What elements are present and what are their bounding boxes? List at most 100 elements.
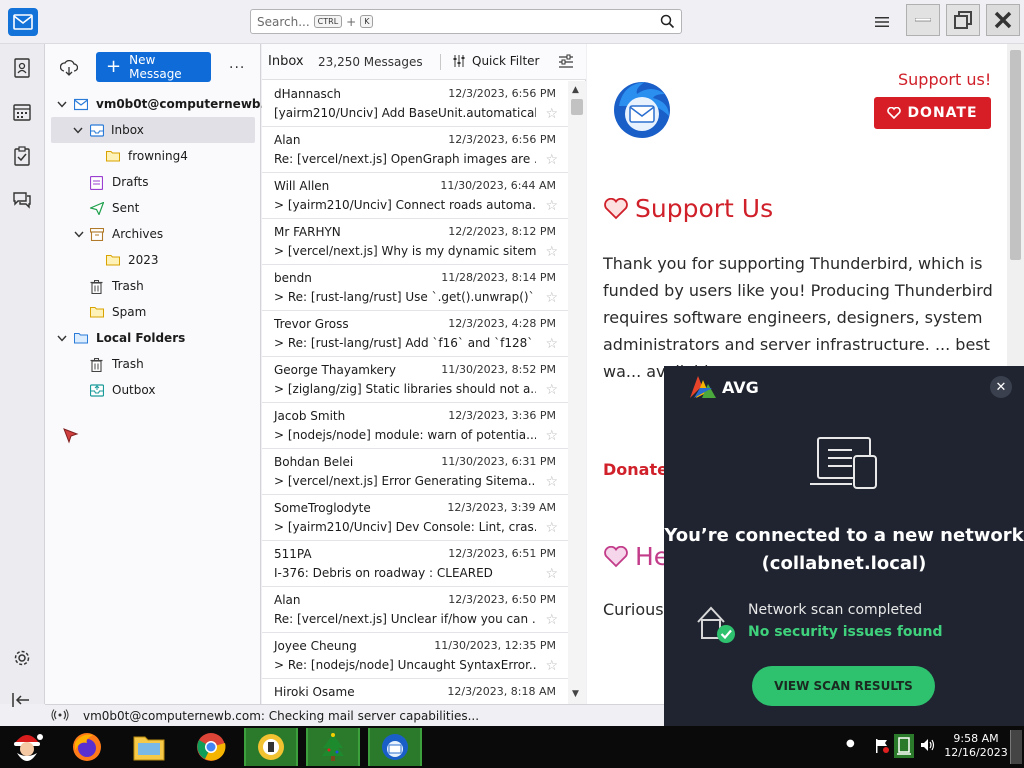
message-row[interactable]: Will Allen 11/30/2023, 6:44 AM > [yairm210… <box>262 173 568 219</box>
security-app-taskbar-icon[interactable] <box>244 728 298 766</box>
folder-2023[interactable]: 2023 <box>45 247 261 273</box>
chevron-down-icon[interactable] <box>57 99 67 109</box>
message-row[interactable]: SomeTroglodyte 12/3/2023, 3:39 AM > [yairm… <box>262 495 568 541</box>
star-icon[interactable]: ☆ <box>545 290 558 306</box>
tray-dot-icon[interactable]: ● <box>846 738 855 749</box>
star-icon[interactable]: ☆ <box>545 244 558 260</box>
folder-local-folders[interactable]: Local Folders <box>45 325 261 351</box>
star-icon[interactable]: ☆ <box>545 382 558 398</box>
donate-button[interactable]: DONATE <box>874 97 991 129</box>
folder-outbox[interactable]: Outbox <box>45 377 261 403</box>
christmas-tree-icon[interactable] <box>306 728 360 766</box>
folder-icon <box>106 254 120 267</box>
chrome-icon[interactable] <box>184 728 238 766</box>
message-row[interactable]: Bohdan Belei 11/30/2023, 6:31 PM > [vercel… <box>262 449 568 495</box>
message-list-scrollbar[interactable]: ▲ ▼ <box>568 81 586 704</box>
mail-space-icon[interactable] <box>8 8 38 36</box>
avg-close-button[interactable]: ✕ <box>990 376 1012 398</box>
close-button[interactable] <box>986 4 1020 36</box>
calendar-icon[interactable] <box>10 100 34 124</box>
get-messages-icon[interactable] <box>59 58 79 78</box>
tasks-icon[interactable] <box>10 144 34 168</box>
message-row[interactable]: 511PA 12/3/2023, 6:51 PM I-376: Debris on … <box>262 541 568 587</box>
folder-archives[interactable]: Archives <box>45 221 261 247</box>
scroll-thumb[interactable] <box>571 99 583 115</box>
folder-account-computernewb[interactable]: vm0b0t@computernewb... <box>45 91 274 117</box>
folder-pane-menu-button[interactable]: ... <box>229 56 245 72</box>
star-icon[interactable]: ☆ <box>545 658 558 674</box>
tray-volume-icon[interactable] <box>920 738 936 755</box>
donate-link[interactable]: Donate <box>603 460 668 479</box>
message-row[interactable]: George Thayamkery 11/30/2023, 8:52 PM > [z… <box>262 357 568 403</box>
folder-sent[interactable]: Sent <box>45 195 261 221</box>
message-date: 11/30/2023, 6:31 PM <box>441 455 556 468</box>
message-count: 23,250 Messages <box>318 55 423 69</box>
scroll-down-icon[interactable]: ▼ <box>572 689 579 699</box>
firefox-icon[interactable] <box>60 728 114 766</box>
message-sender: Mr FARHYN <box>274 225 341 239</box>
star-icon[interactable]: ☆ <box>545 520 558 536</box>
message-sender: Bohdan Belei <box>274 455 354 469</box>
star-icon[interactable]: ☆ <box>545 106 558 122</box>
star-icon[interactable]: ☆ <box>545 336 558 352</box>
settings-gear-icon[interactable] <box>10 646 34 670</box>
message-row[interactable]: dHannasch 12/3/2023, 6:56 PM [yairm210/Unc… <box>262 81 568 127</box>
header-divider <box>440 54 441 70</box>
start-button-santa-icon[interactable] <box>0 728 54 766</box>
message-date: 12/3/2023, 3:39 AM <box>447 501 556 514</box>
message-row[interactable]: Jacob Smith 12/3/2023, 3:36 PM > [nodejs/n… <box>262 403 568 449</box>
file-explorer-icon[interactable] <box>122 728 176 766</box>
tray-network-icon[interactable] <box>894 734 914 761</box>
message-list-pane: Inbox 23,250 Messages Quick Filter dHann… <box>262 44 586 704</box>
new-message-button[interactable]: + New Message <box>96 52 211 82</box>
restore-button[interactable] <box>946 4 980 36</box>
show-desktop-button[interactable] <box>1010 730 1022 764</box>
chevron-down-icon[interactable] <box>57 333 67 343</box>
avg-notification-popup: AVG ✕ You’re connected to a new network … <box>664 366 1024 726</box>
quick-filter-button[interactable]: Quick Filter <box>452 54 539 68</box>
view-scan-results-button[interactable]: VIEW SCAN RESULTS <box>752 666 935 706</box>
star-icon[interactable]: ☆ <box>545 198 558 214</box>
plus-icon: + <box>106 56 122 77</box>
message-list: dHannasch 12/3/2023, 6:56 PM [yairm210/Unc… <box>262 81 568 704</box>
folder-frowning4[interactable]: frowning4 <box>45 143 261 169</box>
message-date: 12/3/2023, 4:28 PM <box>448 317 556 330</box>
chat-icon[interactable] <box>10 188 34 212</box>
drafts-icon <box>89 175 104 190</box>
support-us-link[interactable]: Support us! <box>898 70 991 89</box>
list-display-options-icon[interactable] <box>558 54 574 73</box>
new-message-label: New Message <box>129 53 182 81</box>
message-row[interactable]: Alan 12/3/2023, 6:56 PM Re: [vercel/next.j… <box>262 127 568 173</box>
message-sender: 511PA <box>274 547 312 561</box>
minimize-button[interactable] <box>906 4 940 36</box>
tray-flag-icon[interactable] <box>874 738 890 757</box>
message-row[interactable]: Trevor Gross 12/3/2023, 4:28 PM > Re: [rus… <box>262 311 568 357</box>
clock[interactable]: 9:58 AM 12/16/2023 <box>944 732 1008 760</box>
message-row[interactable]: Joyee Cheung 11/30/2023, 12:35 PM > Re: [n… <box>262 633 568 679</box>
star-icon[interactable]: ☆ <box>545 428 558 444</box>
message-row[interactable]: Hiroki Osame12/3/2023, 8:18 AM☆ <box>262 679 568 704</box>
folder-drafts[interactable]: Drafts <box>45 169 261 195</box>
help-heading: He <box>603 542 669 571</box>
collapse-spaces-icon[interactable] <box>11 692 31 711</box>
folder-trash[interactable]: Trash <box>45 273 261 299</box>
content-scroll-thumb[interactable] <box>1010 50 1021 260</box>
star-icon[interactable]: ☆ <box>545 612 558 628</box>
thunderbird-taskbar-icon[interactable] <box>368 728 422 766</box>
scroll-up-icon[interactable]: ▲ <box>572 85 579 95</box>
folder-inbox[interactable]: Inbox <box>51 117 255 143</box>
star-icon[interactable]: ☆ <box>545 566 558 582</box>
star-icon[interactable]: ☆ <box>545 474 558 490</box>
star-icon[interactable]: ☆ <box>545 152 558 168</box>
message-row[interactable]: bendn 11/28/2023, 8:14 PM > Re: [rust-lang… <box>262 265 568 311</box>
address-book-icon[interactable] <box>10 56 34 80</box>
search-icon[interactable] <box>660 14 675 32</box>
chevron-down-icon[interactable] <box>73 125 83 135</box>
app-menu-icon[interactable] <box>870 10 894 34</box>
folder-local-trash[interactable]: Trash <box>45 351 261 377</box>
chevron-down-icon[interactable] <box>74 229 84 239</box>
search-input[interactable]: Search... CTRL + K <box>250 9 682 34</box>
folder-spam[interactable]: Spam <box>45 299 261 325</box>
message-row[interactable]: Mr FARHYN 12/2/2023, 8:12 PM > [vercel/nex… <box>262 219 568 265</box>
message-row[interactable]: Alan 12/3/2023, 6:50 PM Re: [vercel/next.j… <box>262 587 568 633</box>
